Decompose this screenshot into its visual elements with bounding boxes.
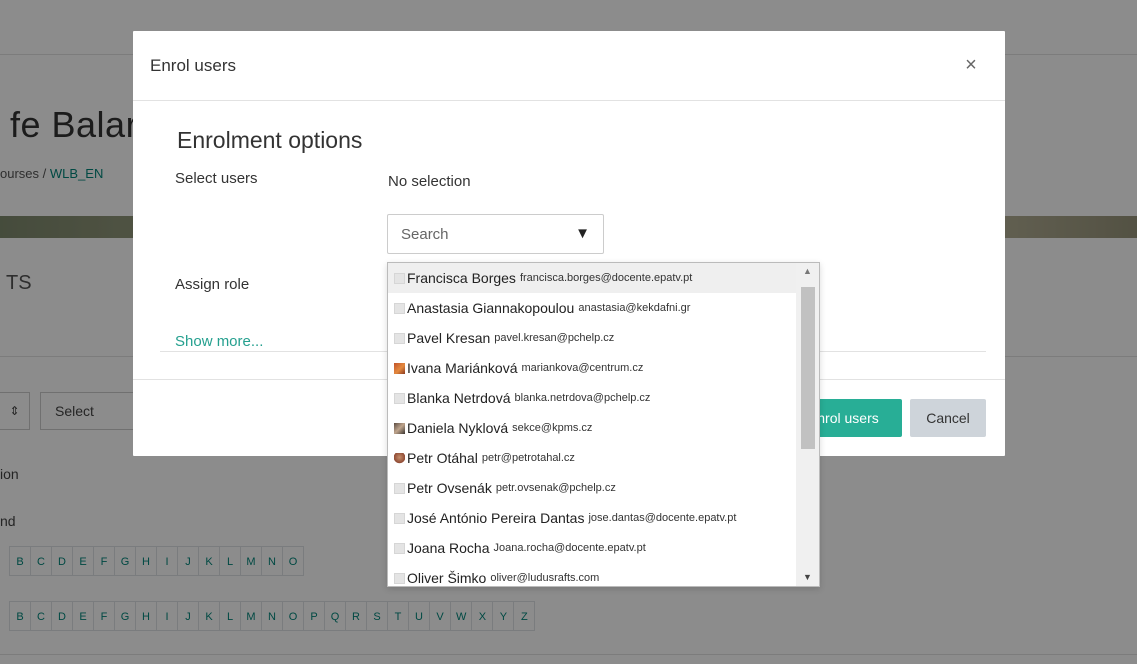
user-email: pavel.kresan@pchelp.cz [494,332,615,344]
user-email: francisca.borges@docente.epatv.pt [519,272,693,284]
user-email: oliver@ludusrafts.com [490,572,600,584]
close-icon[interactable]: × [957,51,985,79]
user-suggestions-list[interactable]: Francisca Borges francisca.borges@docente… [387,262,820,587]
scrollbar[interactable]: ▲ ▼ [796,263,819,586]
user-option[interactable]: Petr Ovsenák petr.ovsenak@pchelp.cz [388,473,796,503]
user-email: blanka.netrdova@pchelp.cz [514,392,651,404]
avatar-icon [394,302,405,314]
avatar-icon [394,272,405,284]
enrolment-options-heading: Enrolment options [177,127,363,153]
user-option[interactable]: José António Pereira Dantas jose.dantas@d… [388,503,796,533]
user-option[interactable]: Pavel Kresan pavel.kresan@pchelp.cz [388,323,796,353]
user-email: mariankova@centrum.cz [521,362,644,374]
user-email: sekce@kpms.cz [512,422,593,434]
user-option[interactable]: Oliver Šimko oliver@ludusrafts.com [388,563,796,586]
avatar-icon [394,482,405,494]
user-email: jose.dantas@docente.epatv.pt [588,512,737,524]
user-option[interactable]: Petr Otáhal petr@petrotahal.cz [388,443,796,473]
avatar-icon [394,422,405,434]
user-name: Pavel Kresan [407,330,491,346]
assign-role-label: Assign role [175,276,250,293]
user-name: Joana Rocha [407,540,490,556]
user-option[interactable]: Francisca Borges francisca.borges@docente… [388,263,796,293]
user-name: Francisca Borges [407,270,516,286]
user-option[interactable]: Joana Rocha Joana.rocha@docente.epatv.pt [388,533,796,563]
user-name: Petr Otáhal [407,450,478,466]
avatar-icon [394,452,405,464]
user-email: Joana.rocha@docente.epatv.pt [493,542,646,554]
avatar-icon [394,572,405,584]
user-email: petr.ovsenak@pchelp.cz [495,482,616,494]
selection-status: No selection [388,173,471,190]
avatar-icon [394,332,405,344]
scroll-thumb[interactable] [801,287,815,449]
user-option[interactable]: Anastasia Giannakopoulou anastasia@kekdaf… [388,293,796,323]
user-name: Ivana Mariánková [407,360,518,376]
dropdown-arrow-icon[interactable]: ▼ [575,225,590,242]
show-more-link[interactable]: Show more... [175,333,263,350]
user-email: anastasia@kekdafni.gr [578,302,691,314]
user-name: Anastasia Giannakopoulou [407,300,575,316]
user-search-input[interactable]: Search ▼ [387,214,604,254]
user-name: Oliver Šimko [407,570,487,586]
suggestions-options: Francisca Borges francisca.borges@docente… [388,263,796,586]
user-name: Daniela Nyklová [407,420,509,436]
dialog-title: Enrol users [150,56,236,75]
cancel-button[interactable]: Cancel [910,399,986,437]
user-option[interactable]: Ivana Mariánková mariankova@centrum.cz [388,353,796,383]
scroll-down-icon[interactable]: ▼ [796,569,819,586]
scroll-up-icon[interactable]: ▲ [796,263,819,280]
user-option[interactable]: Daniela Nyklová sekce@kpms.cz [388,413,796,443]
avatar-icon [394,362,405,374]
user-name: Blanka Netrdová [407,390,511,406]
user-name: Petr Ovsenák [407,480,492,496]
search-placeholder: Search [401,226,449,243]
user-option[interactable]: Blanka Netrdová blanka.netrdova@pchelp.cz [388,383,796,413]
dialog-header: Enrol users × [133,31,1005,101]
avatar-icon [394,542,405,554]
select-users-label: Select users [175,170,258,187]
user-name: José António Pereira Dantas [407,510,585,526]
user-email: petr@petrotahal.cz [481,452,575,464]
avatar-icon [394,392,405,404]
avatar-icon [394,512,405,524]
